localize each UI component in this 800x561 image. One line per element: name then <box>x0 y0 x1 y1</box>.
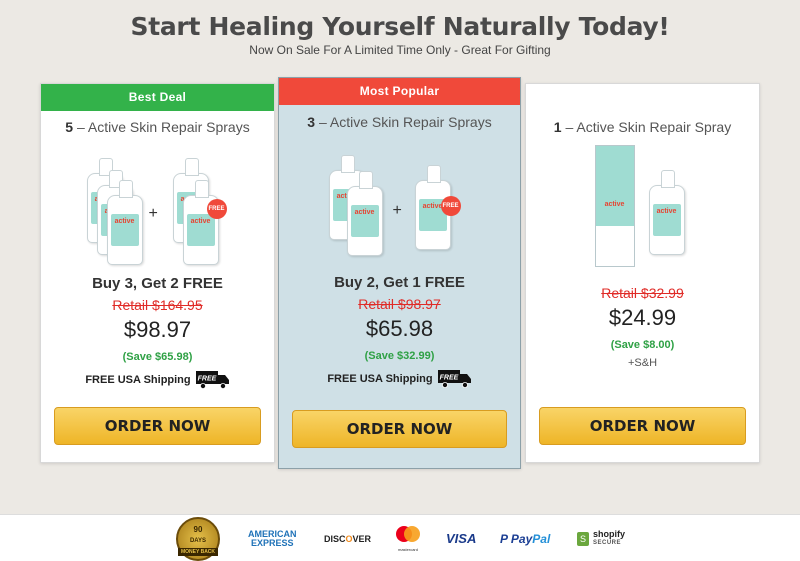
truck-icon: FREE <box>195 371 229 389</box>
free-badge: FREE <box>440 196 461 216</box>
amex-logo-icon: AMERICAN EXPRESS <box>248 528 297 548</box>
svg-text:FREE: FREE <box>197 376 216 383</box>
shipping-label: FREE USA Shipping <box>85 373 191 386</box>
money-back-seal-icon: 90 DAYS MONEY BACK <box>176 515 220 561</box>
product-image-box-and-bottle: active active <box>593 145 693 270</box>
product-box: active <box>594 145 635 267</box>
shipping-handling-note: +S&H <box>627 357 658 369</box>
sale-price: $24.99 <box>608 305 677 330</box>
spray-bottle-icon: active <box>346 171 383 256</box>
plus-icon: + <box>148 205 158 222</box>
pack-title: 1 – Active Skin Repair Spray <box>526 119 759 135</box>
retail-price: Retail $32.99 <box>601 285 684 301</box>
spray-bottle-icon: active <box>106 180 143 265</box>
pack-title: 5 – Active Skin Repair Sprays <box>41 119 274 135</box>
page-subtitle: Now On Sale For A Limited Time Only - Gr… <box>249 43 551 57</box>
offer-card-3-pack: Most Popular 3 – Active Skin Repair Spra… <box>278 77 521 469</box>
free-badge: FREE <box>206 199 227 219</box>
savings-text: (Save $32.99) <box>364 350 435 362</box>
shopify-secure-logo-icon: S shopify SECURE <box>577 515 625 561</box>
order-now-button[interactable]: ORDER NOW <box>292 410 507 448</box>
retail-price: Retail $164.95 <box>112 297 203 313</box>
truck-icon: FREE <box>437 370 471 388</box>
pack-quantity: 3 <box>307 114 316 130</box>
svg-text:FREE: FREE <box>439 375 458 382</box>
bottle-brand-label: active <box>110 214 139 246</box>
shipping-label: FREE USA Shipping <box>327 372 433 385</box>
discover-logo-icon: DISCOVER <box>324 533 372 544</box>
bottle-brand-label: active <box>350 205 379 237</box>
sale-price: $65.98 <box>365 316 434 341</box>
visa-logo-icon: VISA <box>446 531 477 546</box>
retail-price: Retail $98.97 <box>358 296 441 312</box>
order-now-button[interactable]: ORDER NOW <box>539 407 746 445</box>
shipping-info: FREE USA Shipping FREE <box>279 370 520 388</box>
savings-text: (Save $65.98) <box>122 351 193 363</box>
pack-quantity: 5 <box>65 119 74 135</box>
spray-bottle-icon: active <box>648 170 685 255</box>
payment-footer: 90 DAYS MONEY BACK AMERICAN EXPRESS DISCO… <box>0 514 800 561</box>
product-image-3-bottles: active active + active FREE <box>325 140 475 260</box>
plus-icon: + <box>392 202 402 219</box>
most-popular-banner: Most Popular <box>279 78 520 105</box>
pack-quantity: 1 <box>553 119 562 135</box>
pack-name: – Active Skin Repair Sprays <box>76 119 250 135</box>
pack-name: – Active Skin Repair Spray <box>565 119 732 135</box>
bottle-brand-label: active <box>652 204 681 236</box>
offer-card-single: 1 – Active Skin Repair Spray active acti… <box>525 83 760 463</box>
page-title: Start Healing Yourself Naturally Today! <box>130 12 670 41</box>
bottle-brand-label: active <box>186 214 215 246</box>
sale-price: $98.97 <box>123 317 192 342</box>
box-brand-label: active <box>604 201 625 208</box>
product-image-5-bottles: active active active + active active FRE… <box>83 143 233 265</box>
offer-card-5-pack: Best Deal 5 – Active Skin Repair Sprays … <box>40 83 275 463</box>
page-header: Start Healing Yourself Naturally Today! … <box>0 0 800 57</box>
pack-title: 3 – Active Skin Repair Sprays <box>279 114 520 130</box>
savings-text: (Save $8.00) <box>610 339 675 351</box>
shipping-info: FREE USA Shipping FREE <box>41 371 274 389</box>
spray-bottle-icon: active <box>414 165 451 250</box>
offer-text: Buy 2, Get 1 FREE <box>334 274 465 291</box>
order-now-button[interactable]: ORDER NOW <box>54 407 261 445</box>
pack-name: – Active Skin Repair Sprays <box>318 114 492 130</box>
offer-text: Buy 3, Get 2 FREE <box>92 275 223 292</box>
mastercard-logo-icon: mastercard <box>395 515 421 561</box>
best-deal-banner: Best Deal <box>41 84 274 111</box>
paypal-logo-icon: P PayPal <box>500 531 551 546</box>
